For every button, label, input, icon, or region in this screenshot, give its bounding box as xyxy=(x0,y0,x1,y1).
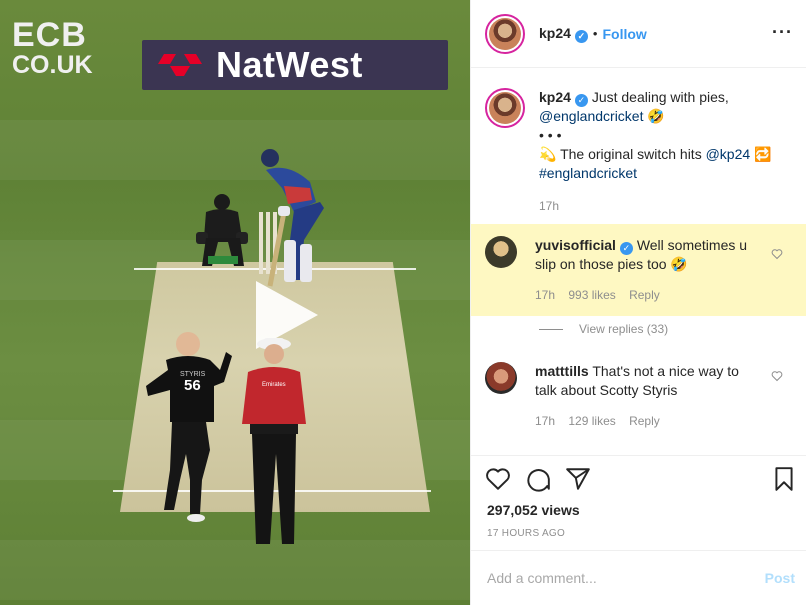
heart-icon[interactable] xyxy=(485,466,511,492)
comment-reply-button[interactable]: Reply xyxy=(629,414,660,428)
comment-item: yuvisofficial ✓ Well sometimes u slip on … xyxy=(471,224,806,316)
caption-mention-link[interactable]: @englandcricket xyxy=(539,108,644,124)
bowler-figure: 56 STYRIS xyxy=(146,332,232,522)
comment-username[interactable]: matttills xyxy=(535,363,589,379)
ecb-logo: ECB CO.UK xyxy=(12,16,93,79)
comment-username[interactable]: yuvisofficial xyxy=(535,237,616,253)
comment-like-heart-icon[interactable] xyxy=(771,248,783,260)
comment-reply-button[interactable]: Reply xyxy=(629,288,660,302)
natwest-logo-icon xyxy=(158,54,202,76)
view-count[interactable]: 297,052 views xyxy=(487,502,580,518)
more-options-icon[interactable]: ··· xyxy=(772,22,793,43)
verified-badge-icon: ✓ xyxy=(574,29,588,43)
share-icon[interactable] xyxy=(565,466,591,492)
caption-line2: The original switch hits xyxy=(560,146,702,162)
comment-likes[interactable]: 993 likes xyxy=(568,288,615,302)
comment-item: matttills That's not a nice way to talk … xyxy=(471,362,806,442)
post-actions-bar: 297,052 views 17 HOURS AGO xyxy=(471,455,806,550)
bowler-shirt-name: STYRIS xyxy=(180,371,206,378)
laughing-emoji: 🤣 xyxy=(670,256,688,272)
comment-time[interactable]: 17h xyxy=(535,288,555,302)
post-comment-button[interactable]: Post xyxy=(765,570,795,586)
author-username[interactable]: kp24 ✓ xyxy=(539,25,588,43)
post-timestamp[interactable]: 17 HOURS AGO xyxy=(487,528,565,539)
comment-time[interactable]: 17h xyxy=(535,414,555,428)
caption-dots: • • • xyxy=(539,127,562,143)
laughing-emoji: 🤣 xyxy=(647,108,665,124)
verified-badge-icon: ✓ xyxy=(574,94,588,107)
caption-mention-kp24[interactable]: @kp24 xyxy=(706,146,751,162)
dizzy-emoji: 💫 xyxy=(539,146,557,162)
caption-author-avatar[interactable] xyxy=(485,88,525,128)
follow-button[interactable]: Follow xyxy=(602,26,646,42)
author-avatar[interactable] xyxy=(485,13,525,54)
view-replies-button[interactable]: View replies (33) xyxy=(539,322,668,336)
video-player[interactable]: ECB CO.UK NatWest 56 STYRIS Emirates xyxy=(0,0,470,605)
caption-username[interactable]: kp24 xyxy=(539,89,571,105)
bookmark-icon[interactable] xyxy=(771,466,797,492)
caption-time[interactable]: 17h xyxy=(539,197,772,216)
post-side-panel: kp24 ✓ • Follow ··· kp24 ✓ Just dealing wi… xyxy=(470,0,806,605)
comment-icon[interactable] xyxy=(525,466,551,492)
caption-line1: Just dealing with pies, xyxy=(591,89,729,105)
comment-likes[interactable]: 129 likes xyxy=(568,414,615,428)
comment-input[interactable]: Add a comment... xyxy=(487,570,597,586)
commenter-avatar[interactable] xyxy=(485,362,517,394)
natwest-sponsor-board: NatWest xyxy=(142,40,448,90)
wicketkeeper-figure xyxy=(196,194,248,266)
verified-badge-icon: ✓ xyxy=(619,242,633,255)
post-caption: kp24 ✓ Just dealing with pies, @englandcr… xyxy=(485,88,795,216)
header-separator: • xyxy=(592,26,598,41)
add-comment-bar: Add a comment... Post xyxy=(471,550,806,605)
caption-hashtag-link[interactable]: #englandcricket xyxy=(539,165,637,181)
commenter-avatar[interactable] xyxy=(485,236,517,268)
umpire-figure: Emirates xyxy=(242,338,306,544)
bowler-shirt-number: 56 xyxy=(184,377,201,394)
batsman-figure xyxy=(261,149,324,287)
comment-like-heart-icon[interactable] xyxy=(771,370,783,382)
umpire-sponsor-badge: Emirates xyxy=(262,382,286,388)
post-header: kp24 ✓ • Follow ··· xyxy=(471,0,806,68)
repeat-emoji: 🔁 xyxy=(754,146,772,162)
